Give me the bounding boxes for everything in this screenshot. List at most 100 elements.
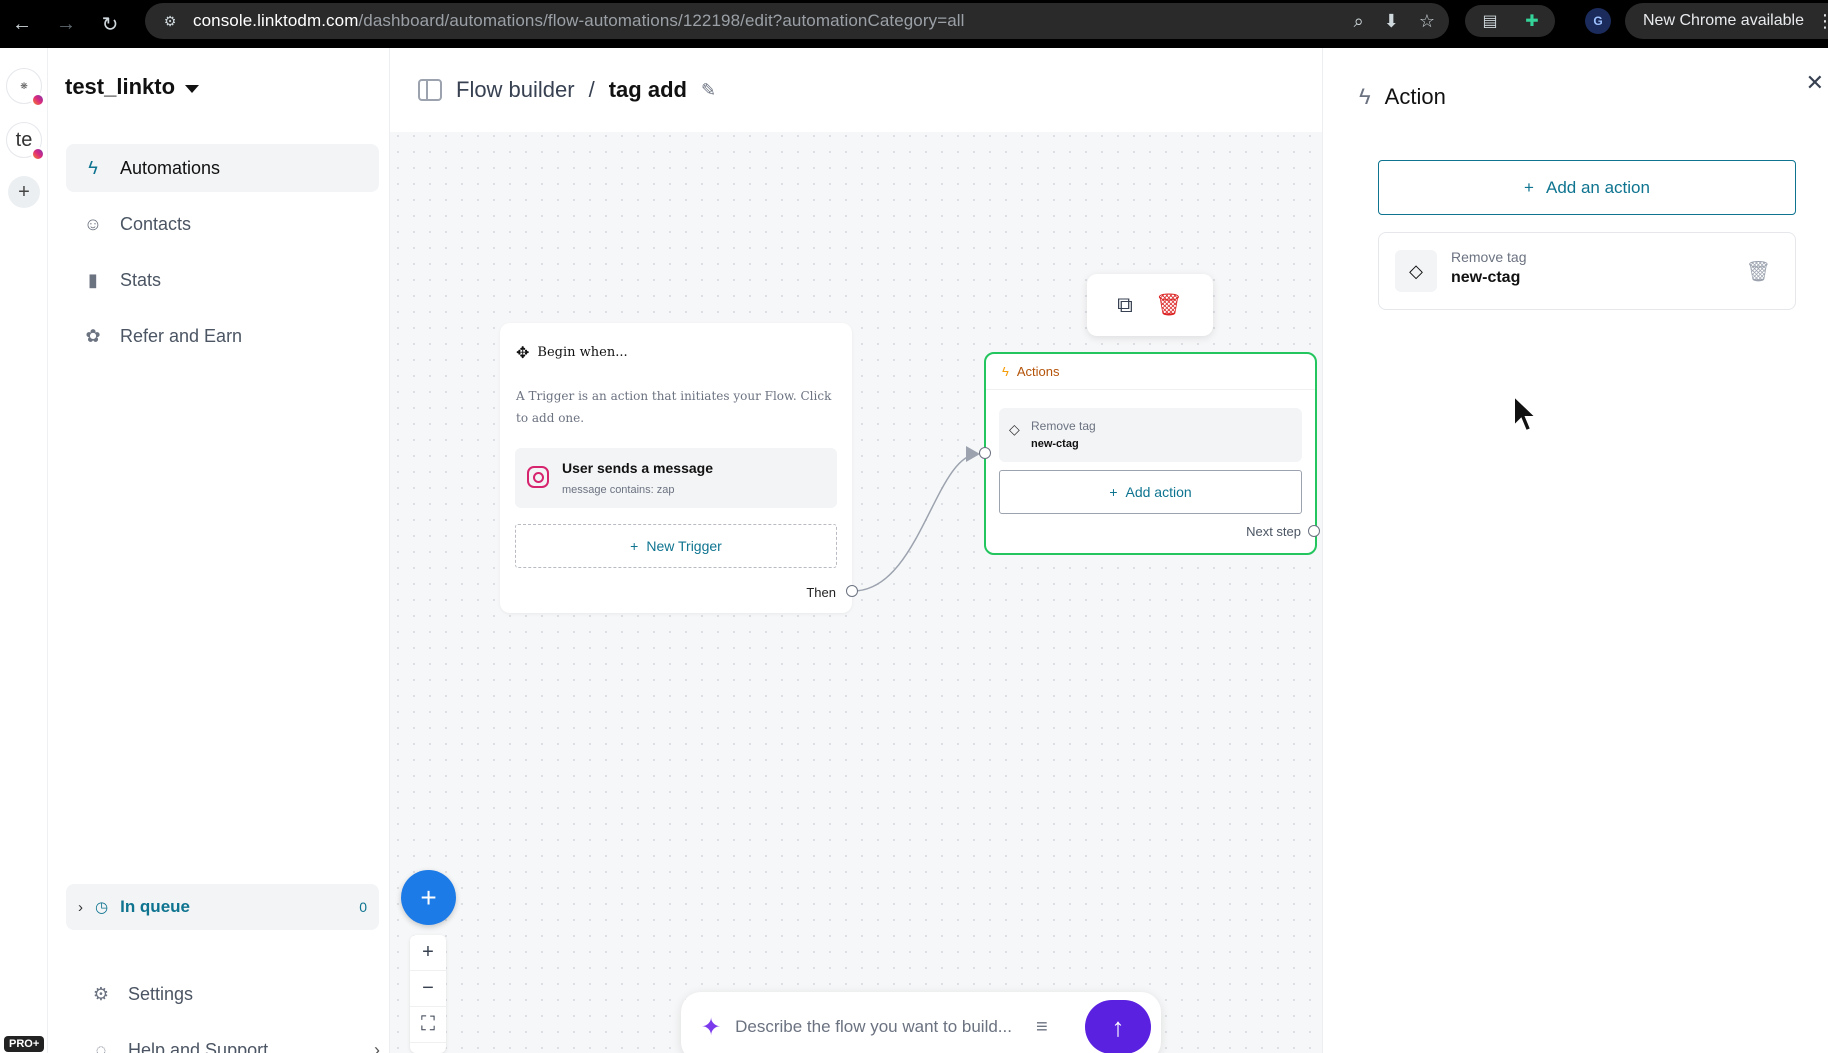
sidebar: test_linkto ϟ Automations ☺ Contacts ▮ S…	[48, 48, 390, 1053]
menu-icon[interactable]: ≡	[1036, 1016, 1048, 1039]
breadcrumb-separator: /	[588, 77, 595, 102]
gear-icon: ⚙	[92, 984, 110, 1004]
back-arrow-icon[interactable]: ←	[4, 6, 40, 42]
ai-prompt-bar: ✦ Describe the flow you want to build...…	[681, 992, 1161, 1053]
trigger-card[interactable]: ✥ Begin when... A Trigger is an action t…	[500, 323, 852, 613]
action-panel: ϟ Action ✕ + Add an action ◇ Remove tag …	[1322, 48, 1828, 1053]
contact-icon: ☺	[83, 213, 103, 234]
queue-count: 0	[359, 899, 367, 915]
extensions-group: ▤ ✚	[1465, 5, 1555, 37]
plus-icon: +	[1109, 484, 1118, 500]
trigger-item[interactable]: User sends a message message contains: z…	[515, 448, 837, 508]
chevron-right-icon: ›	[374, 1040, 380, 1053]
action-card[interactable]: ϟ Actions ◇ Remove tag new-ctag + Add ac…	[984, 352, 1317, 555]
instagram-badge-icon	[31, 147, 45, 161]
url-path: /dashboard/automations/flow-automations/…	[358, 11, 965, 30]
sidebar-item-contacts[interactable]: ☺ Contacts	[66, 200, 379, 248]
add-workspace-button[interactable]: +	[8, 176, 40, 208]
update-chrome-button[interactable]: New Chrome available ⋮	[1625, 3, 1828, 39]
chevron-right-icon: ›	[78, 898, 83, 916]
zoom-icon[interactable]: ⌕	[1354, 11, 1364, 32]
send-button[interactable]: ↑	[1085, 1000, 1151, 1053]
add-node-button[interactable]: +	[401, 870, 456, 925]
sidebar-item-stats[interactable]: ▮ Stats	[66, 256, 379, 304]
workspace-avatar-2[interactable]: te	[6, 122, 45, 161]
clock-icon: ◷	[95, 899, 109, 916]
next-step-port[interactable]	[1308, 525, 1320, 537]
trigger-output-port[interactable]	[846, 585, 858, 597]
delete-node-icon[interactable]: 🗑	[1155, 292, 1183, 318]
action-item-value: new-ctag	[1031, 438, 1079, 450]
queue-toggle[interactable]: › ◷ In queue 0	[66, 884, 379, 930]
duplicate-icon[interactable]: ⧉	[1117, 292, 1133, 318]
pencil-icon[interactable]: ✎	[701, 80, 716, 101]
workspace-switcher[interactable]: test_linkto	[65, 74, 200, 100]
update-chrome-label: New Chrome available	[1643, 12, 1804, 29]
reload-icon[interactable]: ↻	[92, 6, 128, 42]
add-an-action-label: Add an action	[1545, 177, 1650, 197]
close-icon[interactable]: ✕	[1806, 70, 1824, 96]
more-vert-icon[interactable]: ⋮	[1816, 11, 1828, 32]
workspace-logo-icon: ❋	[20, 80, 28, 91]
instagram-badge-icon	[31, 93, 45, 107]
add-an-action-button[interactable]: + Add an action	[1378, 160, 1796, 215]
install-app-icon[interactable]: ⬇	[1384, 11, 1399, 32]
settings-label: Settings	[128, 984, 194, 1004]
profile-initial: G	[1593, 14, 1603, 28]
action-card-header: ϟ Actions	[986, 354, 1315, 390]
zoom-controls: + − ⛶	[410, 935, 446, 1053]
mouse-cursor-icon	[1513, 394, 1538, 433]
plus-icon: +	[630, 538, 639, 554]
puzzle-icon[interactable]: ✚	[1521, 10, 1543, 32]
zoom-out-button[interactable]: −	[410, 971, 446, 1007]
sidebar-toggle-icon[interactable]	[418, 79, 442, 101]
delete-action-icon[interactable]: 🗑	[1746, 259, 1771, 284]
sidebar-item-automations[interactable]: ϟ Automations	[66, 144, 379, 192]
gift-icon: ✿	[85, 325, 101, 346]
panel-action-value: new-ctag	[1451, 269, 1521, 286]
zoom-in-button[interactable]: +	[410, 935, 446, 971]
action-item-remove-tag[interactable]: ◇ Remove tag new-ctag	[999, 408, 1302, 462]
trigger-card-title: Begin when...	[537, 345, 628, 360]
bookmark-star-icon[interactable]: ☆	[1419, 11, 1435, 32]
extension-doc-icon[interactable]: ▤	[1479, 10, 1501, 32]
panel-action-item[interactable]: ◇ Remove tag new-ctag 🗑	[1378, 232, 1796, 310]
panel-header: ϟ Action	[1359, 84, 1446, 110]
profile-avatar[interactable]: G	[1585, 8, 1611, 34]
address-bar[interactable]: ⚙ console.linktodm.com/dashboard/automat…	[145, 3, 1449, 39]
add-action-label: Add action	[1125, 484, 1192, 500]
help-label: Help and Support	[128, 1040, 269, 1053]
settings-link[interactable]: ⚙ Settings	[90, 984, 380, 1005]
caret-down-icon	[185, 84, 200, 93]
trigger-card-header: ✥ Begin when...	[516, 343, 628, 362]
workspace-avatar-1[interactable]: ❋	[6, 68, 45, 107]
url-host: console.linktodm.com	[193, 11, 359, 30]
new-trigger-button[interactable]: + New Trigger	[515, 524, 837, 568]
site-settings-icon[interactable]: ⚙	[159, 10, 181, 32]
ai-prompt-input[interactable]: Describe the flow you want to build...	[735, 1017, 1012, 1037]
action-card-title: Actions	[1016, 364, 1060, 379]
breadcrumb-flow-builder[interactable]: Flow builder	[456, 77, 575, 103]
trigger-item-subtitle: message contains: zap	[562, 484, 675, 496]
help-chat-icon: ◌	[95, 1040, 107, 1053]
browser-chrome: ← → ↻ ⚙ console.linktodm.com/dashboard/a…	[0, 0, 1828, 48]
fit-view-button[interactable]: ⛶	[410, 1007, 446, 1043]
action-input-port[interactable]	[979, 447, 991, 459]
workspace-rail: ❋ te + PRO+	[0, 48, 48, 1053]
action-item-label: Remove tag	[1031, 419, 1096, 433]
canvas-header: Flow builder / tag add ✎	[390, 48, 1322, 132]
instagram-icon	[527, 466, 549, 488]
plus-icon: +	[1524, 177, 1534, 197]
sidebar-nav: ϟ Automations ☺ Contacts ▮ Stats ✿ Refer…	[66, 144, 379, 368]
sidebar-item-refer[interactable]: ✿ Refer and Earn	[66, 312, 379, 360]
add-action-button[interactable]: + Add action	[999, 470, 1302, 514]
page-title: tag add	[608, 77, 687, 102]
workspace-initials: te	[15, 128, 33, 151]
next-step-label: Next step	[1246, 524, 1301, 539]
help-link[interactable]: ◌ Help and Support ›	[90, 1040, 380, 1053]
sidebar-item-label: Automations	[120, 157, 221, 178]
trigger-item-title: User sends a message	[562, 460, 713, 476]
node-toolbar: ⧉ 🗑	[1087, 274, 1213, 336]
chart-icon: ▮	[88, 269, 98, 290]
forward-arrow-icon[interactable]: →	[48, 6, 84, 42]
